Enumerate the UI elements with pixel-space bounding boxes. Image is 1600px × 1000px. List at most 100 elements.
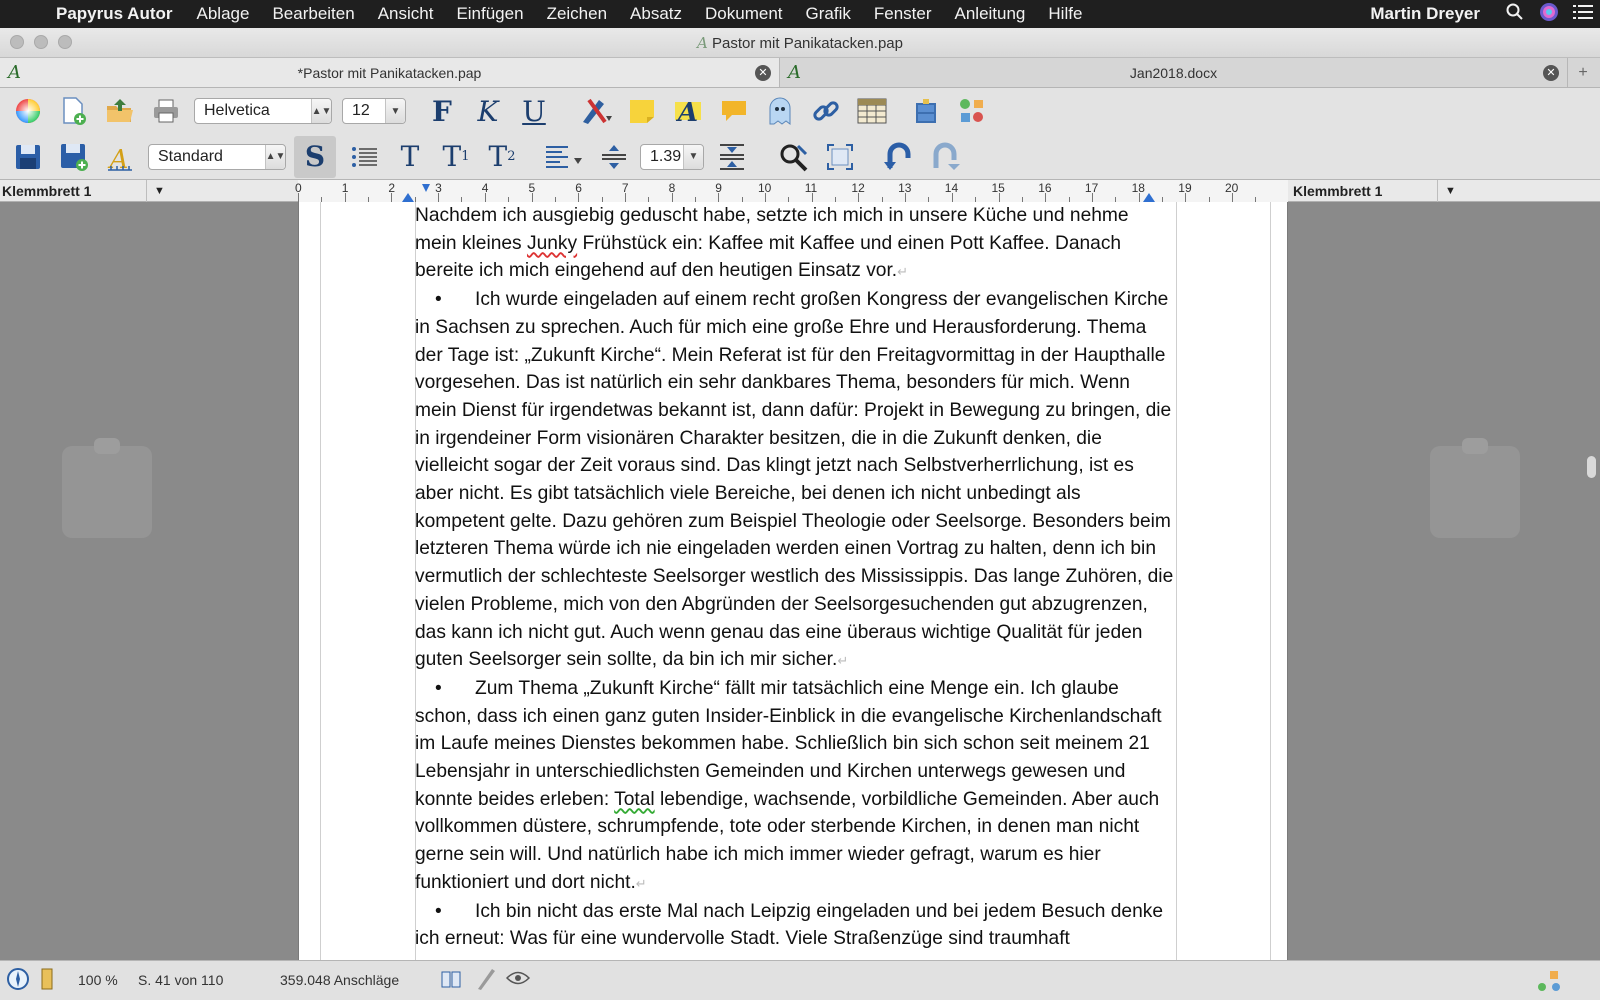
menu-bearbeiten[interactable]: Bearbeiten — [272, 4, 354, 24]
ruler-tick — [671, 193, 673, 202]
heading-style-button[interactable]: T — [392, 139, 428, 175]
user-name[interactable]: Martin Dreyer — [1370, 4, 1480, 24]
bullet-paragraph[interactable]: • Ich bin nicht das erste Mal nach Leipzi… — [415, 898, 1175, 953]
document-proxy-icon[interactable]: A — [697, 34, 708, 52]
page-indicator[interactable]: S. 41 von 110 — [138, 972, 223, 988]
style-sheet-icon[interactable]: A — [102, 139, 138, 175]
ruler-tick — [344, 193, 346, 202]
zoom-level[interactable]: 100 % — [78, 972, 118, 988]
table-icon[interactable] — [854, 93, 890, 129]
heading1-style-button[interactable]: T1 — [438, 139, 474, 175]
menu-anleitung[interactable]: Anleitung — [955, 4, 1026, 24]
comment-bubble-icon[interactable] — [716, 93, 752, 129]
vertical-scrollbar[interactable] — [1583, 202, 1600, 960]
close-tab-icon[interactable]: ✕ — [755, 65, 771, 81]
ghost-icon[interactable] — [762, 93, 798, 129]
paragraph[interactable]: Nachdem ich ausgiebig geduscht habe, set… — [415, 202, 1175, 286]
ruler-tick — [858, 193, 860, 202]
right-indent-marker[interactable] — [1143, 193, 1155, 202]
spotlight-search-icon[interactable] — [1498, 3, 1532, 26]
clipboard-selector-right[interactable]: Klemmbrett 1 ▼ — [1293, 180, 1467, 202]
heading2-style-button[interactable]: T2 — [484, 139, 520, 175]
menu-ablage[interactable]: Ablage — [197, 4, 250, 24]
link-icon[interactable] — [808, 93, 844, 129]
stepper-arrows-icon[interactable]: ▲▼ — [265, 144, 285, 169]
close-tab-icon[interactable]: ✕ — [1543, 65, 1559, 81]
document-page[interactable]: Nachdem ich ausgiebig geduscht habe, set… — [298, 202, 1288, 960]
document-text[interactable]: Nachdem ich ausgiebig geduscht habe, set… — [415, 202, 1175, 953]
highlighter-marker-icon[interactable] — [578, 93, 614, 129]
menu-grafik[interactable]: Grafik — [806, 4, 851, 24]
tab-jan2018-document[interactable]: A Jan2018.docx ✕ — [780, 58, 1568, 87]
character-style-icon[interactable]: A — [670, 93, 706, 129]
standard-style-button[interactable]: S — [294, 135, 336, 178]
ruler-tick — [1091, 193, 1093, 202]
grammar-hint[interactable]: Total — [614, 789, 655, 810]
menu-fenster[interactable]: Fenster — [874, 4, 932, 24]
paragraph-spacing-icon[interactable] — [714, 139, 750, 175]
window-title: A Pastor mit Panikatacken.pap — [697, 34, 903, 52]
dropdown-triangle-icon[interactable]: ▼ — [1437, 180, 1463, 202]
horizontal-ruler[interactable]: 0 1 2 3 4 5 6 7 8 9 10 11 12 13 14 15 16 17 18 19 20 — [295, 180, 1288, 202]
app-menu[interactable]: Papyrus Autor — [56, 4, 173, 24]
menu-zeichen[interactable]: Zeichen — [547, 4, 607, 24]
menu-absatz[interactable]: Absatz — [630, 4, 682, 24]
bold-button[interactable]: F — [424, 93, 460, 129]
bullet-list-icon[interactable] — [346, 139, 382, 175]
pen-icon[interactable] — [474, 967, 496, 994]
color-wheel-icon[interactable] — [10, 93, 46, 129]
menu-dokument[interactable]: Dokument — [705, 4, 782, 24]
chevron-down-icon[interactable]: ▼ — [385, 99, 405, 123]
paragraph-style-select[interactable]: Standard ▲▼ — [148, 143, 286, 170]
save-as-icon[interactable] — [56, 139, 92, 175]
menu-einfuegen[interactable]: Einfügen — [456, 4, 523, 24]
new-document-icon[interactable] — [56, 93, 92, 129]
sticky-note-icon[interactable] — [624, 93, 660, 129]
underline-button[interactable]: U — [516, 93, 552, 129]
undo-icon[interactable] — [880, 139, 916, 175]
navigator-compass-icon[interactable] — [6, 967, 30, 994]
database-cabinet-icon[interactable] — [908, 93, 944, 129]
print-icon[interactable] — [148, 93, 184, 129]
font-family-select[interactable]: Helvetica ▲▼ — [194, 98, 332, 124]
fullscreen-icon[interactable] — [822, 139, 858, 175]
tab-pastor-document[interactable]: A *Pastor mit Panikatacken.pap ✕ — [0, 58, 780, 87]
left-indent-marker[interactable] — [402, 193, 414, 202]
object-palette-icon[interactable] — [1536, 967, 1562, 996]
papyrus-logo-icon: A — [8, 62, 21, 83]
margin-guide — [1176, 202, 1177, 960]
align-left-icon[interactable] — [542, 139, 586, 175]
menu-ansicht[interactable]: Ansicht — [378, 4, 434, 24]
menu-hilfe[interactable]: Hilfe — [1048, 4, 1082, 24]
find-replace-icon[interactable] — [776, 139, 812, 175]
ruler-tick — [578, 193, 580, 202]
notebook-icon[interactable] — [40, 968, 54, 993]
first-line-indent-marker[interactable] — [422, 184, 430, 192]
notification-center-icon[interactable] — [1566, 4, 1600, 25]
bullet-paragraph[interactable]: • Ich wurde eingeladen auf einem recht gr… — [415, 286, 1175, 675]
toolbar-top: Helvetica ▲▼ 12 ▼ F K U A — [0, 88, 1600, 134]
scrollbar-thumb[interactable] — [1587, 456, 1596, 478]
book-view-icon[interactable] — [440, 968, 462, 993]
toolbar-bottom: A Standard ▲▼ S T T1 T2 1.39 ▼ — [0, 134, 1600, 180]
clipboard-selector-left[interactable]: Klemmbrett 1 ▼ — [0, 180, 174, 202]
eye-preview-icon[interactable] — [505, 970, 531, 989]
font-size-select[interactable]: 12 ▼ — [342, 98, 406, 124]
bullet-paragraph[interactable]: • Zum Thema „Zukunft Kirche“ fällt mir ta… — [415, 675, 1175, 898]
add-tab-button[interactable]: + — [1568, 58, 1598, 87]
siri-icon[interactable] — [1532, 2, 1566, 27]
line-spacing-icon[interactable] — [596, 139, 632, 175]
stepper-arrows-icon[interactable]: ▲▼ — [311, 99, 331, 123]
chart-objects-icon[interactable] — [954, 93, 990, 129]
italic-button[interactable]: K — [470, 93, 506, 129]
ruler-tick — [1185, 193, 1187, 202]
chevron-down-icon[interactable]: ▼ — [683, 144, 703, 169]
save-icon[interactable] — [10, 139, 46, 175]
dropdown-triangle-icon[interactable]: ▼ — [146, 180, 172, 202]
papyrus-logo-icon: A — [788, 62, 801, 83]
redo-icon[interactable] — [926, 139, 962, 175]
spelling-error[interactable]: Junky — [527, 233, 577, 254]
line-spacing-select[interactable]: 1.39 ▼ — [640, 143, 704, 170]
open-folder-icon[interactable] — [102, 93, 138, 129]
ruler-tick — [298, 193, 299, 202]
